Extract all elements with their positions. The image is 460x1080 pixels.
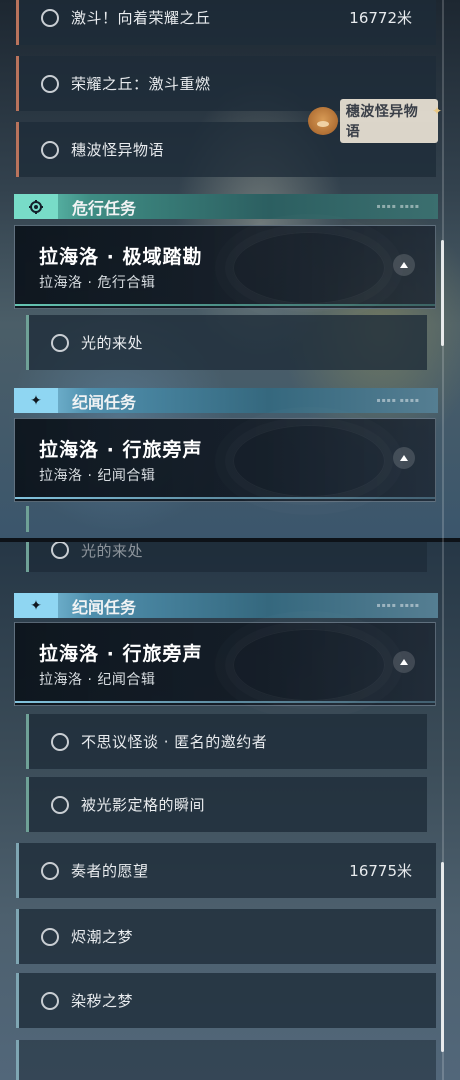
quest-distance: 16772米: [349, 9, 412, 27]
sparkle-icon: ✦: [14, 388, 58, 413]
category-label: 纪闻任务: [72, 392, 137, 412]
sub-quest-row[interactable]: 光的来处: [26, 315, 427, 370]
quest-radio-icon[interactable]: [41, 861, 59, 880]
category-header-chronicle: ✦ 纪闻任务 ▪▪▪▪ ▪▪▪▪: [14, 593, 438, 618]
quest-row[interactable]: 染秽之梦: [16, 973, 436, 1028]
quest-title: 光的来处: [81, 542, 144, 560]
quest-row[interactable]: 奏者的愿望 16775米: [16, 843, 436, 898]
quest-radio-icon[interactable]: [51, 795, 69, 814]
quest-collection-card-danger[interactable]: 拉海洛 · 极域踏勘 拉海洛 · 危行合辑: [14, 225, 436, 309]
row-accent-stub: [26, 506, 29, 532]
quest-radio-icon[interactable]: [41, 8, 59, 27]
category-header-chronicle: ✦ 纪闻任务 ▪▪▪▪ ▪▪▪▪: [14, 388, 438, 413]
quest-title: 奏者的愿望: [71, 862, 149, 880]
quest-title: 不思议怪谈 · 匿名的邀约者: [81, 733, 268, 751]
category-label: 危行任务: [72, 198, 137, 218]
sub-quest-row[interactable]: 不思议怪谈 · 匿名的邀约者: [26, 714, 427, 769]
quest-radio-icon[interactable]: [41, 991, 59, 1010]
map-contour-decoration: [233, 232, 385, 304]
quest-distance: 16775米: [349, 862, 412, 880]
card-title: 拉海洛 · 行旅旁声: [39, 439, 203, 461]
quest-radio-icon[interactable]: [41, 927, 59, 946]
map-contour-decoration: [233, 629, 385, 701]
quest-radio-icon[interactable]: [51, 732, 69, 751]
quest-row-partial[interactable]: [16, 1040, 436, 1080]
category-header-danger: 危行任务 ▪▪▪▪ ▪▪▪▪: [14, 194, 438, 219]
decorative-tag: ▪▪▪▪ ▪▪▪▪: [376, 602, 420, 609]
quest-title: 穗波怪异物语: [71, 141, 165, 159]
collapse-arrow-icon[interactable]: [393, 447, 415, 469]
sub-quest-row[interactable]: 光的来处: [26, 542, 427, 572]
decorative-tag: ▪▪▪▪ ▪▪▪▪: [376, 203, 420, 210]
quest-radio-icon[interactable]: [51, 542, 69, 559]
quest-title: 荣耀之丘：激斗重燃: [71, 75, 211, 93]
scrollbar-thumb[interactable]: [441, 862, 444, 1052]
quest-title: 染秽之梦: [71, 992, 134, 1010]
card-title: 拉海洛 · 行旅旁声: [39, 643, 203, 665]
sparkle-icon: ✦: [14, 593, 58, 618]
quest-title: 烬潮之梦: [71, 928, 134, 946]
scrollbar-thumb[interactable]: [441, 240, 444, 346]
card-subtitle: 拉海洛 · 危行合辑: [39, 275, 156, 291]
quest-row[interactable]: 激斗！向着荣耀之丘 16772米: [16, 0, 436, 45]
card-underline: [15, 304, 435, 306]
card-underline: [15, 701, 435, 703]
quest-title: 光的来处: [81, 334, 144, 352]
sparkle-icon: ✦: [431, 104, 442, 118]
card-subtitle: 拉海洛 · 纪闻合辑: [39, 672, 156, 688]
sub-quest-row[interactable]: 被光影定格的瞬间: [26, 777, 427, 832]
tracked-quest-badge: 穗波怪异物语 ✦: [308, 99, 442, 143]
quest-collection-card-chronicle[interactable]: 拉海洛 · 行旅旁声 拉海洛 · 纪闻合辑: [14, 622, 436, 706]
eye-gear-icon: [14, 194, 58, 219]
quest-title: 被光影定格的瞬间: [81, 796, 206, 814]
map-contour-decoration: [233, 425, 385, 497]
quest-title: 激斗！向着荣耀之丘: [71, 9, 211, 27]
card-subtitle: 拉海洛 · 纪闻合辑: [39, 468, 156, 484]
badge-label: 穗波怪异物语: [339, 99, 438, 143]
mascot-icon: [308, 107, 338, 135]
category-label: 纪闻任务: [72, 597, 137, 617]
quest-radio-icon[interactable]: [41, 74, 59, 93]
decorative-tag: ▪▪▪▪ ▪▪▪▪: [376, 397, 420, 404]
card-underline: [15, 497, 435, 499]
quest-radio-icon[interactable]: [51, 333, 69, 352]
quest-row[interactable]: 烬潮之梦: [16, 909, 436, 964]
collapse-arrow-icon[interactable]: [393, 254, 415, 276]
quest-collection-card-chronicle[interactable]: 拉海洛 · 行旅旁声 拉海洛 · 纪闻合辑: [14, 418, 436, 502]
card-title: 拉海洛 · 极域踏勘: [39, 246, 203, 268]
collapse-arrow-icon[interactable]: [393, 651, 415, 673]
quest-radio-icon[interactable]: [41, 140, 59, 159]
